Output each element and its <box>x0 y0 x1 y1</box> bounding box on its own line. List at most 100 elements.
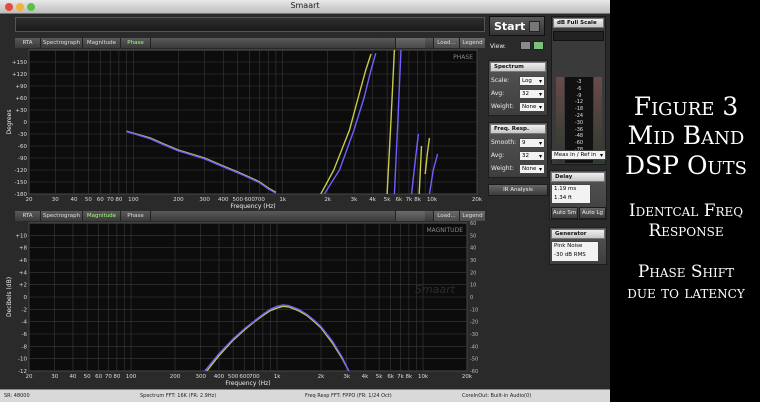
meter-scale-label: -36 <box>574 126 584 133</box>
x-tick-label: 80 <box>115 197 122 203</box>
auto-lg-button[interactable]: Auto Lg <box>579 207 606 219</box>
start-label: Start <box>494 20 526 33</box>
top-legend-button[interactable]: Legend <box>459 38 485 48</box>
x-tick-label: 20 <box>26 374 33 380</box>
auto-sm-button[interactable]: Auto Sm <box>551 207 578 219</box>
top-load-button[interactable]: Load... <box>433 38 459 48</box>
right-tick-label: -40 <box>470 344 478 350</box>
bottom-tab-magnitude[interactable]: Magnitude <box>83 211 121 221</box>
top-tab-blank[interactable] <box>395 38 425 48</box>
x-tick-label: 3k <box>351 197 358 203</box>
window-title: Smaart <box>290 1 320 10</box>
meter-readout <box>553 31 604 41</box>
magnitude-plot[interactable]: +10+8+6+4+20-2-4-6-8-10-1220 30 40 50 60 70 80… <box>3 221 485 387</box>
x-tick-label: 7k <box>397 374 404 380</box>
right-tick-label: 0 <box>470 295 473 301</box>
x-tick-label: 8k <box>406 374 413 380</box>
x-tick-label: 300 <box>195 374 206 380</box>
x-tick-label: 50 <box>85 197 92 203</box>
meter-mode-select[interactable]: Meas in / Ref in <box>551 150 606 160</box>
view-dual-icon[interactable] <box>533 41 544 50</box>
y-tick-label: -30 <box>18 132 27 138</box>
x-tick-label: 70 <box>107 197 114 203</box>
scale-select[interactable]: Log <box>519 76 545 86</box>
freq-weight-select[interactable]: None <box>519 164 545 174</box>
status-bar: SR: 48000 Spectrum FFT: 16K (FR: 2.9Hz) … <box>0 389 610 402</box>
delay-readout[interactable]: 1.19 ms 1.34 ft <box>551 184 591 204</box>
status-sr: SR: 48000 <box>4 393 30 399</box>
bottom-load-button[interactable]: Load... <box>433 211 459 221</box>
y-tick-label: +90 <box>15 84 27 90</box>
y-tick-label: +10 <box>15 233 27 239</box>
delay-header[interactable]: Delay <box>551 172 605 182</box>
y-tick-label: -60 <box>18 144 27 150</box>
right-tick-label: -30 <box>470 332 478 338</box>
status-freq-fft: Freq Resp FFT: FPPO (FR: 1/24 Oct) <box>305 393 392 399</box>
y-tick-label: -8 <box>22 344 28 350</box>
x-tick-label: 60 <box>97 197 104 203</box>
y-axis-label: Degrees <box>6 110 13 135</box>
x-tick-label: 5k <box>376 374 383 380</box>
meter-scale-label: -24 <box>574 113 584 119</box>
y-tick-label: -150 <box>15 180 28 186</box>
meter-scale-label: -60 <box>574 140 584 147</box>
smaart-window: Smaart RTA Spectrograph Magnitude Phase … <box>0 0 610 402</box>
y-tick-label: +150 <box>12 60 28 66</box>
status-core: CoreInOut: Built-in Audio(0) <box>462 393 532 399</box>
x-tick-label: 10k <box>418 374 429 380</box>
right-tick-label: -20 <box>470 320 478 326</box>
right-tick-label: 40 <box>470 246 476 252</box>
bottom-tab-blank[interactable] <box>395 211 425 221</box>
y-tick-label: 0 <box>24 120 28 126</box>
smooth-select[interactable]: 9 <box>519 138 545 148</box>
avg-select[interactable]: 32 <box>519 89 545 99</box>
x-tick-label: 300 <box>199 197 210 203</box>
x-tick-label: 400 <box>218 197 229 203</box>
plot-label: MAGNITUDE <box>426 227 463 234</box>
right-tick-label: 10 <box>470 283 476 289</box>
bottom-tab-spectrograph[interactable]: Spectrograph <box>41 211 83 221</box>
x-tick-label: 200 <box>173 197 184 203</box>
meter-scale-label: -18 <box>574 106 584 113</box>
x-tick-label: 30 <box>51 374 58 380</box>
generator-readout[interactable]: Pink Noise -30 dB RMS <box>551 241 599 262</box>
delay-panel: Delay 1.19 ms 1.34 ft Auto Sm Auto Lg <box>549 170 607 220</box>
delay-ft: 1.34 ft <box>554 195 572 201</box>
top-tab-magnitude[interactable]: Magnitude <box>83 38 121 48</box>
meter-scale-label: -30 <box>574 119 584 126</box>
freq-avg-select[interactable]: 32 <box>519 151 545 161</box>
freq-resp-header[interactable]: Freq. Resp. <box>490 124 546 134</box>
caption-line-3: DSP Outs <box>625 151 747 180</box>
generator-header[interactable]: Generator <box>551 229 605 239</box>
freq-resp-panel: Freq. Resp. Smooth: 9 Avg: 32 Weight: No… <box>488 122 548 178</box>
y-tick-label: -120 <box>15 168 28 174</box>
spectrum-panel: Spectrum Scale: Log Avg: 32 Weight: None <box>488 60 548 116</box>
view-single-icon[interactable] <box>520 41 531 50</box>
phase-plot[interactable]: +150+120+90+60+300-30-60-90-120-150-1802… <box>3 48 485 210</box>
bottom-tab-bar: RTA Spectrograph Magnitude Phase Load...… <box>15 211 485 221</box>
x-tick-label: 40 <box>70 197 77 203</box>
bottom-tab-phase[interactable]: Phase <box>121 211 151 221</box>
y-tick-label: -6 <box>22 332 28 338</box>
freq-avg-label: Avg: <box>491 152 505 159</box>
x-tick-label: 80 <box>113 374 120 380</box>
ir-analysis-button[interactable]: IR Analysis <box>488 184 548 196</box>
weight-select[interactable]: None <box>519 102 545 112</box>
bottom-tab-rta[interactable]: RTA <box>15 211 41 221</box>
right-tick-label: -60 <box>470 369 478 375</box>
right-tick-label: 20 <box>470 270 476 276</box>
top-tab-rta[interactable]: RTA <box>15 38 41 48</box>
smaart-watermark: Smaart <box>415 283 456 296</box>
title-bar: Smaart <box>0 0 610 14</box>
start-button[interactable]: Start <box>489 16 545 36</box>
x-tick-label: 20 <box>26 197 33 203</box>
top-tab-phase[interactable]: Phase <box>121 38 151 48</box>
spectrum-header[interactable]: Spectrum <box>490 62 546 72</box>
meter-header[interactable]: dB Full Scale <box>553 18 604 28</box>
top-tab-spectrograph[interactable]: Spectrograph <box>41 38 83 48</box>
meter-scale-label: -9 <box>576 92 582 99</box>
smooth-label: Smooth: <box>491 139 517 146</box>
bottom-legend-button[interactable]: Legend <box>459 211 485 221</box>
x-tick-label: 50 <box>84 374 91 380</box>
right-tick-label: 30 <box>470 258 476 264</box>
